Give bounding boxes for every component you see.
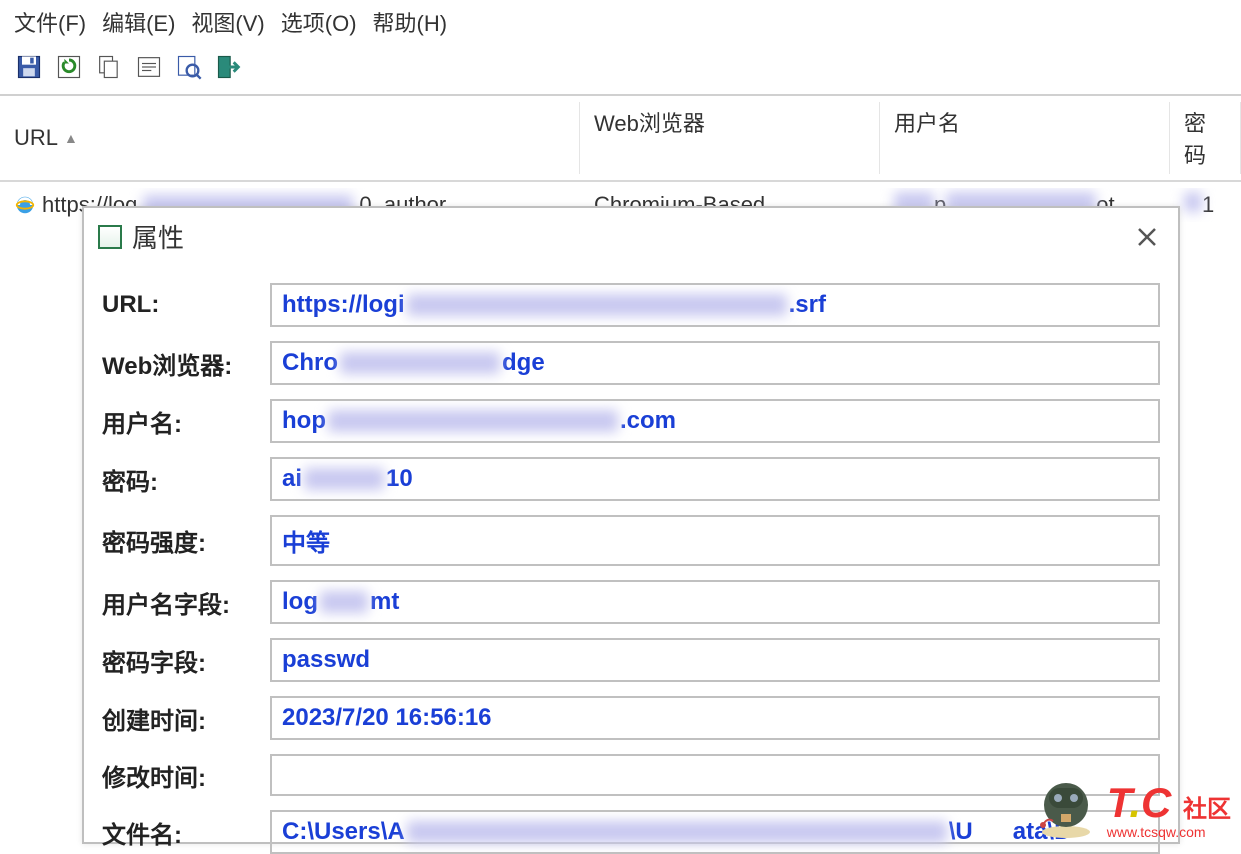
close-button[interactable]	[1130, 220, 1164, 254]
menu-options[interactable]: 选项(O)	[281, 6, 357, 38]
cell-password: x1	[1170, 188, 1241, 222]
label-strength: 密码强度:	[102, 523, 270, 558]
field-row-userfield: 用户名字段: logxmt	[102, 580, 1160, 624]
field-row-modified: 修改时间:	[102, 754, 1160, 796]
value-strength[interactable]: 中等	[270, 515, 1160, 566]
value-password[interactable]: aixx10	[270, 457, 1160, 501]
label-url: URL:	[102, 291, 270, 319]
watermark-url: www.tcsqw.com	[1107, 824, 1231, 840]
label-user: 用户名:	[102, 404, 270, 439]
column-user[interactable]: 用户名	[880, 102, 1170, 174]
watermark-brand: T.C 社区	[1107, 782, 1231, 824]
menu-help[interactable]: 帮助(H)	[373, 6, 448, 38]
dialog-title: 属性	[132, 218, 184, 255]
close-icon	[1135, 225, 1159, 249]
value-filename[interactable]: C:\Users\Axxxxx\U ata\D	[270, 810, 1160, 854]
value-created[interactable]: 2023/7/20 16:56:16	[270, 696, 1160, 740]
watermark-logo-icon	[1031, 770, 1101, 840]
exit-icon	[215, 53, 243, 81]
menu-view[interactable]: 视图(V)	[191, 6, 264, 38]
dialog-app-icon	[98, 225, 122, 249]
save-button[interactable]	[14, 52, 44, 82]
copy-icon	[95, 53, 123, 81]
field-row-browser: Web浏览器: Chroxxxdge	[102, 341, 1160, 385]
column-url[interactable]: URL ▲	[0, 102, 580, 174]
column-password[interactable]: 密码	[1170, 102, 1241, 174]
label-userfield: 用户名字段:	[102, 585, 270, 620]
save-icon	[15, 53, 43, 81]
properties-dialog: 属性 URL: https://logixxxx.srf Web浏览器: Chr…	[82, 206, 1180, 844]
toolbar	[0, 48, 1241, 92]
value-userfield[interactable]: logxmt	[270, 580, 1160, 624]
refresh-button[interactable]	[54, 52, 84, 82]
refresh-icon	[55, 53, 83, 81]
value-url[interactable]: https://logixxxx.srf	[270, 283, 1160, 327]
field-row-created: 创建时间: 2023/7/20 16:56:16	[102, 696, 1160, 740]
copy-button[interactable]	[94, 52, 124, 82]
label-created: 创建时间:	[102, 701, 270, 736]
label-browser: Web浏览器:	[102, 346, 270, 381]
menubar: 文件(F) 编辑(E) 视图(V) 选项(O) 帮助(H)	[0, 0, 1241, 48]
field-row-password: 密码: aixx10	[102, 457, 1160, 501]
properties-icon	[135, 53, 163, 81]
menu-file[interactable]: 文件(F)	[14, 6, 86, 38]
label-modified: 修改时间:	[102, 758, 270, 793]
find-button[interactable]	[174, 52, 204, 82]
menu-edit[interactable]: 编辑(E)	[102, 6, 175, 38]
value-modified[interactable]	[270, 754, 1160, 796]
label-password: 密码:	[102, 462, 270, 497]
table-header: URL ▲ Web浏览器 用户名 密码	[0, 96, 1241, 182]
field-row-url: URL: https://logixxxx.srf	[102, 283, 1160, 327]
watermark: T.C 社区 www.tcsqw.com	[1031, 770, 1231, 840]
label-passfield: 密码字段:	[102, 643, 270, 678]
field-row-filename: 文件名: C:\Users\Axxxxx\U ata\D	[102, 810, 1160, 854]
field-row-strength: 密码强度: 中等	[102, 515, 1160, 566]
label-filename: 文件名:	[102, 815, 270, 850]
value-user[interactable]: hopxxxx.com	[270, 399, 1160, 443]
exit-button[interactable]	[214, 52, 244, 82]
browser-favicon-icon	[14, 194, 36, 216]
value-passfield[interactable]: passwd	[270, 638, 1160, 682]
column-browser[interactable]: Web浏览器	[580, 102, 880, 174]
properties-button[interactable]	[134, 52, 164, 82]
dialog-titlebar: 属性	[84, 208, 1178, 265]
find-icon	[175, 53, 203, 81]
field-row-user: 用户名: hopxxxx.com	[102, 399, 1160, 443]
sort-asc-icon: ▲	[64, 130, 78, 146]
field-row-passfield: 密码字段: passwd	[102, 638, 1160, 682]
dialog-body: URL: https://logixxxx.srf Web浏览器: Chroxx…	[84, 265, 1178, 854]
value-browser[interactable]: Chroxxxdge	[270, 341, 1160, 385]
